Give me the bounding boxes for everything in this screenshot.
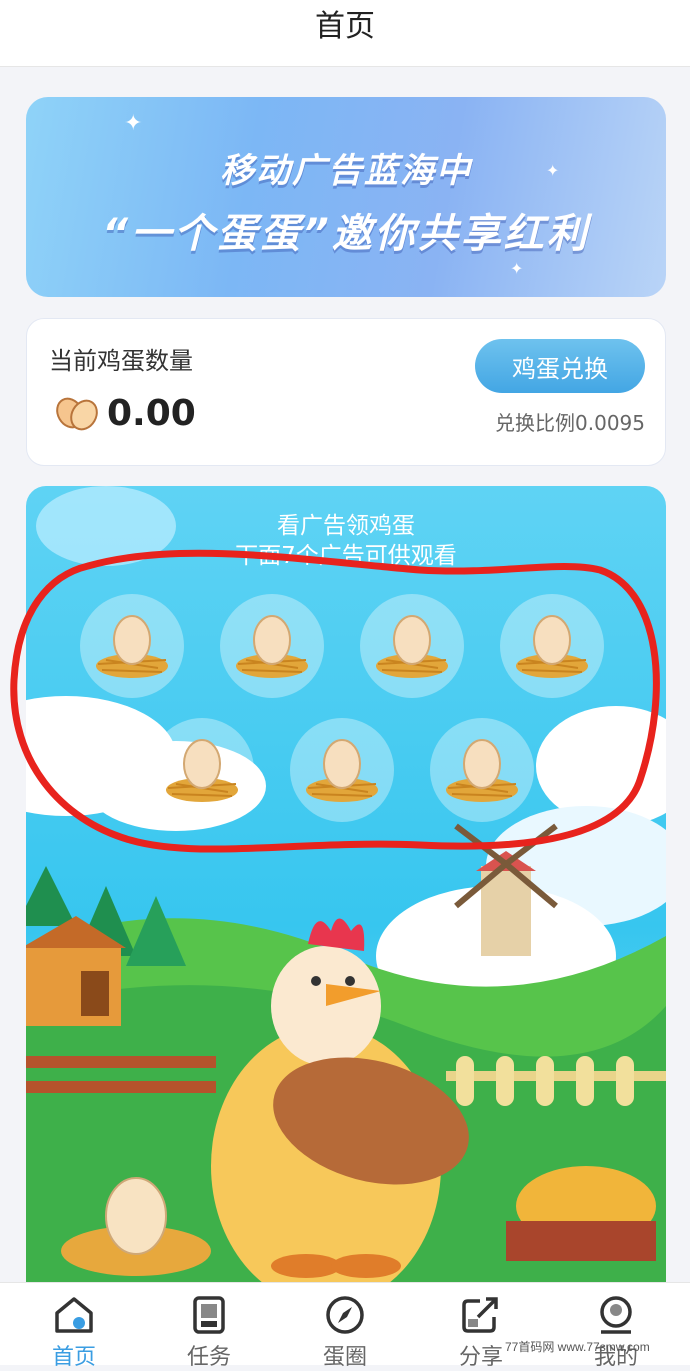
tab-home[interactable]: 首页 <box>24 1295 124 1370</box>
home-icon <box>55 1297 93 1333</box>
annotation-circle <box>10 549 660 853</box>
compass-icon <box>326 1296 364 1334</box>
tab-egg-circle[interactable]: 蛋圈 <box>295 1295 395 1370</box>
task-icon <box>193 1296 225 1334</box>
tab-label: 蛋圈 <box>322 1345 367 1370</box>
tab-task[interactable]: 任务 <box>159 1295 259 1370</box>
share-icon <box>462 1297 498 1333</box>
site-watermark: 77首码网 www.77smw.com <box>505 1340 650 1354</box>
profile-icon <box>600 1296 632 1334</box>
tab-label: 首页 <box>51 1345 96 1370</box>
tab-label: 任务 <box>186 1345 231 1370</box>
